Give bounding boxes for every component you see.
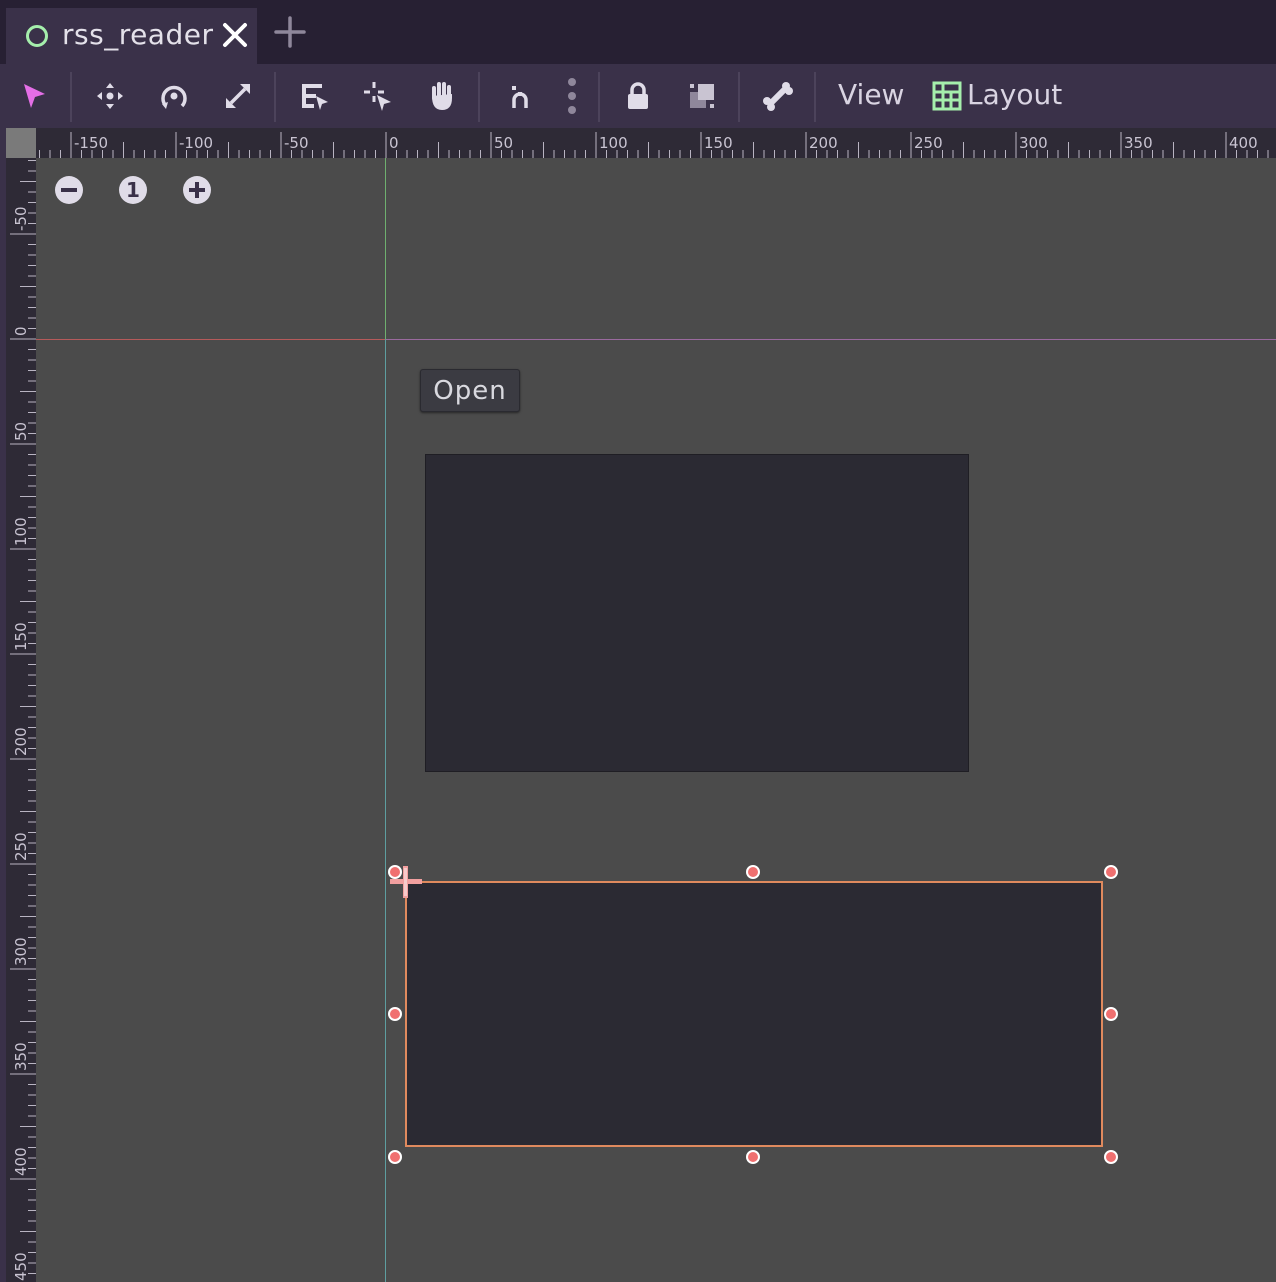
lock-icon — [628, 82, 648, 109]
skeleton-button[interactable] — [758, 76, 798, 116]
ruler-label: 300 — [1019, 134, 1048, 152]
ruler-label: 100 — [12, 517, 30, 546]
pivot-mode-button[interactable] — [358, 76, 398, 116]
ruler-label: 250 — [914, 134, 943, 152]
open-button[interactable]: Open — [420, 369, 520, 412]
ruler-label: 100 — [599, 134, 628, 152]
ruler-label: 150 — [704, 134, 733, 152]
ruler-label: 350 — [1124, 134, 1153, 152]
canvas-toolbar: View Layout — [0, 64, 1276, 128]
scale-mode-button[interactable] — [218, 76, 258, 116]
toolbar-separator — [478, 72, 480, 122]
ruler-label: 200 — [12, 727, 30, 756]
toolbar-separator — [70, 72, 72, 122]
bone-icon — [763, 82, 793, 111]
ruler-corner — [6, 128, 36, 158]
snap-options-button[interactable] — [552, 76, 592, 116]
more-vertical-icon — [568, 78, 576, 114]
control-node-icon — [26, 25, 48, 47]
ruler-label: -50 — [284, 134, 309, 152]
tab-label: rss_reader — [62, 18, 214, 51]
snap-magnet-icon — [512, 86, 528, 108]
ruler-label: 0 — [389, 134, 399, 152]
select-arrow-icon — [24, 84, 45, 108]
group-icon — [690, 84, 714, 108]
select-mode-button[interactable] — [14, 76, 54, 116]
layout-grid-icon-wrap — [930, 76, 964, 116]
pivot-marker-icon[interactable] — [388, 866, 424, 898]
lock-button[interactable] — [618, 76, 658, 116]
resize-handle-bottom-left[interactable] — [388, 1150, 402, 1164]
zoom-out-icon[interactable] — [54, 175, 84, 205]
close-icon[interactable] — [220, 20, 250, 50]
move-icon — [97, 83, 123, 109]
pan-mode-button[interactable] — [422, 76, 462, 116]
group-button[interactable] — [682, 76, 722, 116]
resize-handle-top[interactable] — [746, 865, 760, 879]
ruler-label: 350 — [12, 1042, 30, 1071]
view-menu[interactable]: View — [838, 78, 904, 111]
hand-icon — [432, 82, 452, 110]
vertical-ruler[interactable]: -50 0 50 100 150 200 250 300 350 400 450 — [6, 128, 36, 1282]
move-mode-button[interactable] — [90, 76, 130, 116]
list-select-icon — [302, 84, 328, 110]
horizontal-ruler[interactable]: -150 -100 -50 0 50 100 150 200 250 300 350 400 — [6, 128, 1276, 158]
selected-text-panel[interactable] — [405, 881, 1103, 1147]
zoom-reset-button[interactable]: 1 — [118, 175, 148, 205]
ruler-label: 150 — [12, 622, 30, 651]
layout-grid-icon — [932, 81, 962, 111]
layout-menu[interactable]: Layout — [967, 78, 1062, 111]
plus-icon[interactable] — [272, 14, 308, 50]
zoom-in-icon[interactable] — [182, 175, 212, 205]
ruler-label: -50 — [12, 207, 30, 232]
ruler-label: 200 — [809, 134, 838, 152]
resize-handle-left[interactable] — [388, 1007, 402, 1021]
ruler-label: 400 — [12, 1147, 30, 1176]
ruler-label: 450 — [12, 1252, 30, 1281]
scene-tab-bar: rss_reader — [0, 0, 1276, 64]
ruler-label: -150 — [74, 134, 108, 152]
scale-icon — [226, 84, 250, 108]
ruler-label: 300 — [12, 937, 30, 966]
ruler-label: -100 — [179, 134, 213, 152]
rotate-icon — [161, 85, 187, 109]
toolbar-separator — [814, 72, 816, 122]
item-list-panel[interactable] — [425, 454, 969, 772]
list-select-button[interactable] — [294, 76, 334, 116]
ruler-label: 50 — [494, 134, 513, 152]
ruler-label: 0 — [12, 326, 30, 336]
snap-toggle-button[interactable] — [500, 76, 540, 116]
tab-rss-reader[interactable]: rss_reader — [6, 8, 257, 64]
resize-handle-top-right[interactable] — [1104, 865, 1118, 879]
toolbar-separator — [598, 72, 600, 122]
zoom-reset-label: 1 — [126, 178, 140, 202]
ruler-label: 250 — [12, 832, 30, 861]
resize-handle-bottom-right[interactable] — [1104, 1150, 1118, 1164]
pivot-icon — [364, 82, 391, 111]
ruler-label: 400 — [1229, 134, 1258, 152]
ruler-label: 50 — [12, 422, 30, 441]
toolbar-separator — [274, 72, 276, 122]
resize-handle-right[interactable] — [1104, 1007, 1118, 1021]
rotate-mode-button[interactable] — [154, 76, 194, 116]
resize-handle-bottom[interactable] — [746, 1150, 760, 1164]
toolbar-separator — [738, 72, 740, 122]
